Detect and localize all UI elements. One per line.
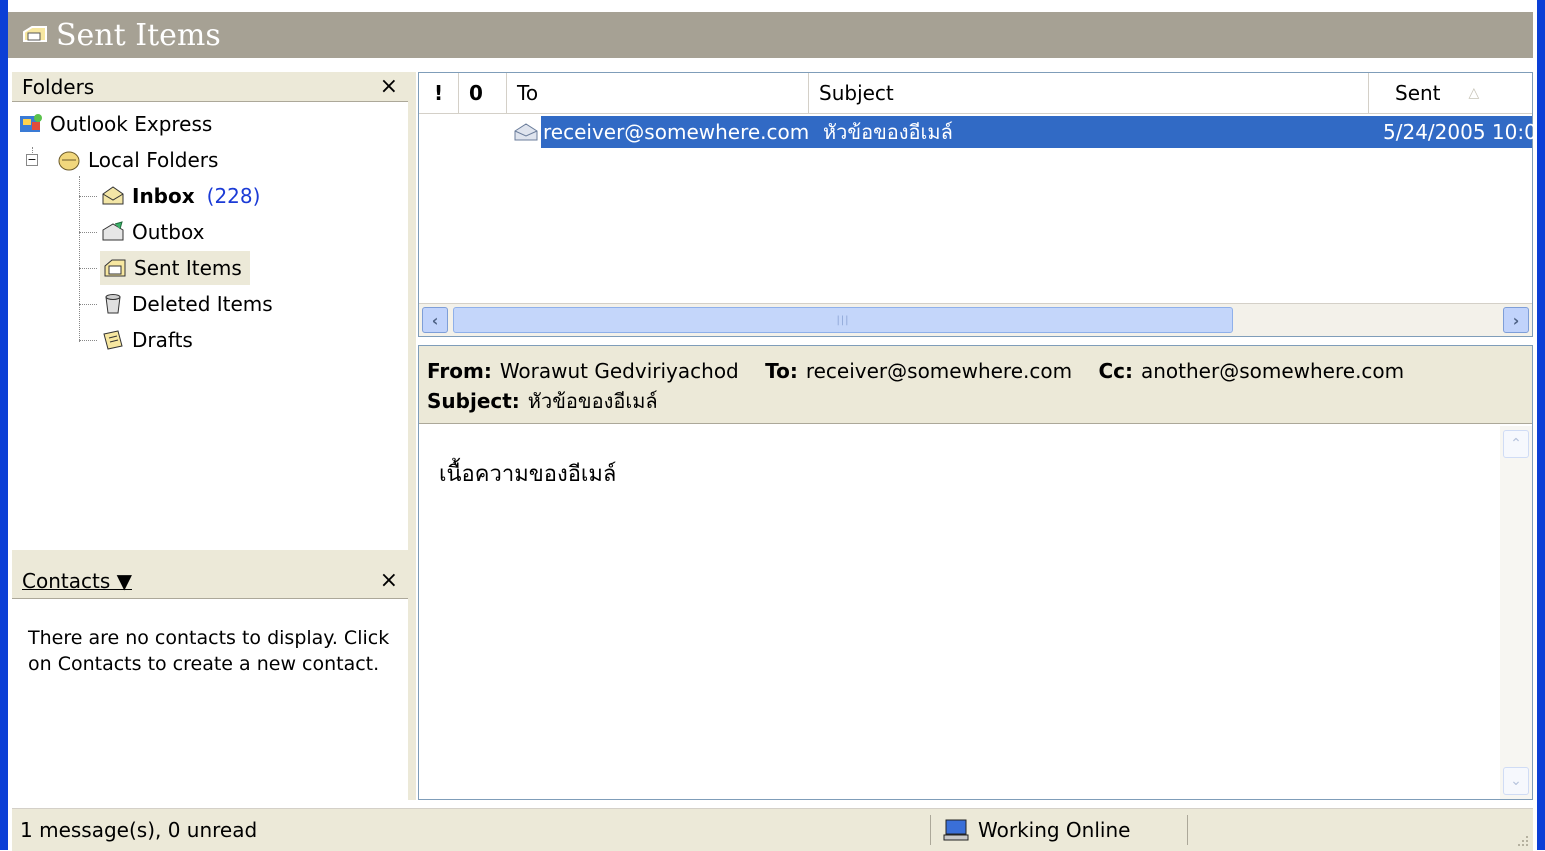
column-sent-label: Sent [1395,81,1441,105]
tree-line [79,304,97,305]
local-folders-icon [58,151,80,171]
vertical-splitter[interactable] [408,72,416,800]
message-subject: หัวข้อของอีเมล์ [823,120,953,144]
scroll-down-button[interactable]: ⌄ [1503,767,1529,795]
scroll-left-button[interactable]: ‹ [422,307,448,333]
column-subject-label: Subject [819,81,894,105]
from-value: Worawut Gedviriyachod [499,359,739,383]
inbox-icon [102,186,124,205]
window-frame-right [1537,0,1545,850]
sent-items-icon [23,26,47,42]
tree-item-inbox[interactable]: Inbox (228) [100,179,260,213]
tree-line [79,268,97,269]
tree-item-local-folders[interactable]: Local Folders [56,143,218,177]
attachment-icon: 0 [469,81,483,105]
column-subject[interactable]: Subject [809,73,1369,113]
vertical-scrollbar[interactable]: ⌃ ⌄ [1500,426,1532,799]
status-separator [930,815,931,845]
contacts-pane-header: Contacts ▼ × [12,563,408,599]
contacts-empty-message: There are no contacts to display. Click … [28,627,390,675]
message-sent-date: 5/24/2005 10:0 [1383,120,1537,144]
tree-item-label: Sent Items [134,256,242,280]
tree-item-sent-items[interactable]: Sent Items [100,251,250,285]
folder-title: Sent Items [56,17,221,53]
horizontal-scrollbar[interactable]: ‹ ||| › [419,303,1532,336]
tree-line [79,176,80,342]
tree-item-label: Inbox [132,184,195,208]
tree-item-outlook-express[interactable]: Outlook Express [18,107,212,141]
folders-pane-title: Folders [22,74,95,99]
cc-label: Cc: [1098,359,1133,383]
message-row[interactable]: receiver@somewhere.com หัวข้อของอีเมล์ 5… [419,116,1537,148]
cc-value: another@somewhere.com [1140,359,1405,383]
tree-line [79,196,97,197]
from-label: From: [427,359,492,383]
window-frame-left [0,0,8,850]
tree-line [79,340,97,341]
scroll-right-button[interactable]: › [1503,307,1529,333]
message-list-header: ! 0 To Subject Sent △ [419,73,1532,114]
tree-item-label: Outbox [132,220,205,244]
message-row-selection: receiver@somewhere.com หัวข้อของอีเมล์ 5… [541,116,1537,148]
subject-label: Subject: [427,389,520,413]
inbox-unread-count: (228) [206,184,261,208]
tree-item-label: Local Folders [88,148,219,172]
deleted-items-icon [105,294,121,314]
folders-close-button[interactable]: × [380,74,398,99]
folder-title-bar: Sent Items [8,12,1533,58]
preview-header: From: Worawut Gedviriyachod To: receiver@s… [419,346,1532,424]
connection-status-label: Working Online [978,818,1131,842]
contacts-pane: Contacts ▼ × There are no contacts to di… [12,563,411,799]
message-body[interactable]: เนื้อความของอีเมล์ [439,456,616,491]
column-sent[interactable]: Sent △ [1369,73,1534,113]
column-to[interactable]: To [507,73,809,113]
column-priority[interactable]: ! [419,73,459,113]
computer-icon [943,819,969,841]
drafts-icon [103,330,123,350]
tree-item-label: Deleted Items [132,292,273,316]
column-attachment[interactable]: 0 [459,73,507,113]
contacts-close-button[interactable]: × [380,568,398,593]
tree-item-label: Drafts [132,328,193,352]
message-to: receiver@somewhere.com [543,120,810,144]
tree-item-outbox[interactable]: Outbox [100,215,204,249]
to-label: To: [765,359,798,383]
pane-splitter[interactable] [12,550,408,563]
tree-item-drafts[interactable]: Drafts [100,323,193,357]
status-separator [1187,815,1188,845]
subject-value: หัวข้อของอีเมล์ [527,389,658,413]
folders-pane-header: Folders × [12,72,408,102]
tree-item-label: Outlook Express [50,112,213,136]
sort-ascending-icon: △ [1468,85,1480,101]
status-bar: 1 message(s), 0 unread Working Online [12,808,1533,851]
connection-status: Working Online [942,818,1130,842]
to-value: receiver@somewhere.com [805,359,1073,383]
folders-pane: Folders × − Outlook Express Local Folder… [12,72,411,550]
preview-address-line: From: Worawut Gedviriyachod To: receiver@s… [427,356,1524,386]
sent-message-icon [514,123,538,141]
column-to-label: To [517,81,539,105]
priority-icon: ! [433,81,444,105]
resize-grip-icon[interactable] [1515,833,1529,847]
message-list: ! 0 To Subject Sent △ receiver@somewhere… [418,72,1537,337]
tree-line [79,232,97,233]
tree-item-deleted-items[interactable]: Deleted Items [100,287,273,321]
scroll-up-button[interactable]: ⌃ [1503,430,1529,458]
outlook-express-icon [20,114,42,132]
scrollbar-thumb[interactable]: ||| [453,307,1233,333]
contacts-menu-button[interactable]: Contacts ▼ [22,569,132,593]
message-count-status: 1 message(s), 0 unread [20,818,258,842]
sent-items-icon [104,259,126,277]
preview-subject-line: Subject: หัวข้อของอีเมล์ [427,386,1524,416]
preview-pane: From: Worawut Gedviriyachod To: receiver@s… [418,345,1533,800]
collapse-local-folders-button[interactable]: − [26,154,38,166]
outbox-icon [102,221,124,241]
